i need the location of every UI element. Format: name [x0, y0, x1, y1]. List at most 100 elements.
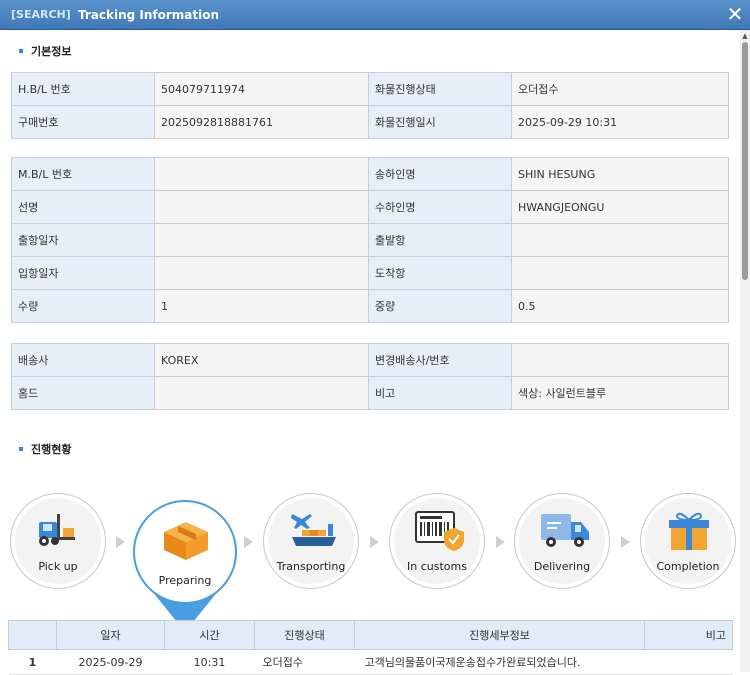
- changed-carrier-value: [511, 343, 729, 377]
- box-icon: [164, 522, 208, 560]
- step-label: Preparing: [158, 574, 212, 587]
- step-label: In customs: [407, 560, 467, 573]
- step-label: Delivering: [533, 560, 591, 573]
- mbl-value: [154, 157, 369, 191]
- table-row: 출항일자 출발항: [11, 223, 729, 257]
- hbl-value: 504079711974: [154, 72, 369, 106]
- step-in-customs: In customs: [389, 493, 485, 589]
- close-icon[interactable]: ✕: [724, 2, 746, 26]
- carrier-label: 배송사: [11, 343, 155, 377]
- row-time: 10:31: [164, 649, 255, 675]
- carrier-value: KOREX: [154, 343, 369, 377]
- col-header-date: 일자: [56, 620, 165, 650]
- section-progress: 진행현황: [19, 441, 71, 457]
- step-completion: Completion: [640, 493, 736, 589]
- arrow-icon: [244, 536, 253, 548]
- col-header-index: [8, 620, 57, 650]
- table-row: M.B/L 번호 송하인명 SHIN HESUNG: [11, 157, 729, 191]
- col-header-detail: 진행세부정보: [354, 620, 645, 650]
- gift-icon: [669, 512, 709, 550]
- window-titlebar: [SEARCH] Tracking Information ✕: [0, 0, 750, 30]
- arrival-port-label: 도착항: [368, 256, 512, 290]
- cargo-status-value: 오더접수: [511, 72, 729, 106]
- departure-port-value: [511, 223, 729, 257]
- departure-date-label: 출항일자: [11, 223, 155, 257]
- purchase-no-label: 구매번호: [11, 105, 155, 139]
- weight-value: 0.5: [511, 289, 729, 323]
- vertical-scrollbar[interactable]: ▲: [740, 30, 750, 672]
- step-transporting: Transporting: [263, 493, 359, 589]
- table-row: 홈드 비고 색상: 사일런트블루: [11, 376, 729, 410]
- shipper-label: 송하인명: [368, 157, 512, 191]
- arrival-date-value: [154, 256, 369, 290]
- row-index: 1: [8, 649, 57, 675]
- content-area: 기본정보 H.B/L 번호 504079711974 화물진행상태 오더접수 구…: [0, 30, 740, 672]
- col-header-time: 시간: [164, 620, 255, 650]
- remarks-value: 색상: 사일런트블루: [511, 376, 729, 410]
- quantity-label: 수량: [11, 289, 155, 323]
- remarks-label: 비고: [368, 376, 512, 410]
- hbl-label: H.B/L 번호: [11, 72, 155, 106]
- row-detail: 고객님의물품이국제운송접수가완료되었습니다.: [354, 649, 645, 675]
- scroll-up-icon[interactable]: ▲: [740, 32, 750, 40]
- step-label: Pick up: [38, 560, 78, 573]
- carrier-table: 배송사 KOREX 변경배송사/번호 홈드 비고 색상: 사일런트블루: [11, 343, 729, 410]
- step-label: Completion: [656, 560, 720, 573]
- col-header-status: 진행상태: [254, 620, 355, 650]
- departure-date-value: [154, 223, 369, 257]
- hold-label: 홈드: [11, 376, 155, 410]
- step-preparing: Preparing: [133, 500, 237, 604]
- table-row: 구매번호 2025092818881761 화물진행일시 2025-09-29 …: [11, 105, 729, 139]
- progress-table: 일자 시간 진행상태 진행세부정보 비고 1 2025-09-29 10:31 …: [8, 620, 733, 675]
- mbl-table: M.B/L 번호 송하인명 SHIN HESUNG 선명 수하인명 HWANGJ…: [11, 157, 729, 323]
- table-row: 수량 1 중량 0.5: [11, 289, 729, 323]
- window-title: Tracking Information: [78, 8, 220, 22]
- step-preparing-active: Preparing: [133, 500, 237, 640]
- step-label: Transporting: [276, 560, 346, 573]
- shipper-value: SHIN HESUNG: [511, 157, 729, 191]
- cargo-datetime-label: 화물진행일시: [368, 105, 512, 139]
- consignee-value: HWANGJEONGU: [511, 190, 729, 224]
- truck-icon: [541, 514, 589, 547]
- consignee-label: 수하인명: [368, 190, 512, 224]
- row-date: 2025-09-29: [56, 649, 165, 675]
- hold-value: [154, 376, 369, 410]
- table-row: 배송사 KOREX 변경배송사/번호: [11, 343, 729, 377]
- step-pick-up: Pick up: [10, 493, 106, 589]
- col-header-remarks: 비고: [644, 620, 733, 650]
- departure-port-label: 출발항: [368, 223, 512, 257]
- table-row: H.B/L 번호 504079711974 화물진행상태 오더접수: [11, 72, 729, 106]
- row-remarks: [644, 649, 733, 675]
- cargo-datetime-value: 2025-09-29 10:31: [511, 105, 729, 139]
- section-basic-info: 기본정보: [19, 43, 71, 59]
- window-tag: [SEARCH]: [11, 8, 71, 21]
- purchase-no-value: 2025092818881761: [154, 105, 369, 139]
- arrival-date-label: 입항일자: [11, 256, 155, 290]
- vessel-value: [154, 190, 369, 224]
- bullet-icon: [19, 49, 23, 53]
- table-row: 선명 수하인명 HWANGJEONGU: [11, 190, 729, 224]
- cargo-status-label: 화물진행상태: [368, 72, 512, 106]
- changed-carrier-label: 변경배송사/번호: [368, 343, 512, 377]
- quantity-value: 1: [154, 289, 369, 323]
- table-header-row: 일자 시간 진행상태 진행세부정보 비고: [8, 620, 733, 650]
- step-delivering: Delivering: [514, 493, 610, 589]
- table-row: 1 2025-09-29 10:31 오더접수 고객님의물품이국제운송접수가완료…: [8, 649, 733, 675]
- arrow-icon: [370, 536, 379, 548]
- arrow-icon: [496, 536, 505, 548]
- table-row: 입항일자 도착항: [11, 256, 729, 290]
- ship-plane-icon: [291, 514, 336, 546]
- bullet-icon: [19, 447, 23, 451]
- forklift-icon: [39, 514, 75, 546]
- arrow-icon: [116, 536, 125, 548]
- arrival-port-value: [511, 256, 729, 290]
- section-basic-label: 기본정보: [31, 45, 72, 58]
- barcode-shield-icon: [415, 511, 464, 551]
- hbl-table: H.B/L 번호 504079711974 화물진행상태 오더접수 구매번호 2…: [11, 72, 729, 139]
- mbl-label: M.B/L 번호: [11, 157, 155, 191]
- vessel-label: 선명: [11, 190, 155, 224]
- scrollbar-thumb[interactable]: [742, 42, 748, 280]
- section-progress-label: 진행현황: [31, 443, 72, 456]
- weight-label: 중량: [368, 289, 512, 323]
- arrow-icon: [621, 536, 630, 548]
